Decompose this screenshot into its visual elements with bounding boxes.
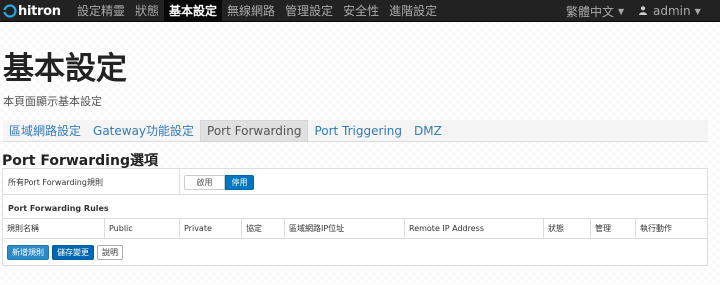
logo-icon [3,4,17,18]
save-changes-button[interactable]: 儲存變更 [52,245,94,260]
all-rules-row: 所有Port Forwarding規則 啟用 停用 [3,169,707,195]
nav-item-admin[interactable]: 管理設定 [280,0,338,22]
language-dropdown[interactable]: 繁體中文 ▼ [566,0,624,22]
col-manage: 管理 [590,219,635,238]
nav-item-advanced[interactable]: 進階設定 [384,0,442,22]
disable-button[interactable]: 停用 [225,175,254,190]
user-menu[interactable]: admin ▼ [639,0,701,22]
nav-item-basic-settings[interactable]: 基本設定 [164,0,223,22]
rules-title: Port Forwarding Rules [8,204,109,213]
tab-port-forwarding[interactable]: Port Forwarding [200,120,309,142]
col-action: 執行動作 [635,219,707,238]
tab-port-triggering[interactable]: Port Triggering [308,120,408,142]
section-title: Port Forwarding選項 [2,153,158,169]
tab-dmz[interactable]: DMZ [408,120,448,142]
nav-item-wireless[interactable]: 無線網路 [222,0,280,22]
enable-button[interactable]: 啟用 [184,175,225,190]
col-status: 狀態 [543,219,590,238]
hitron-logo[interactable]: hitron [3,3,69,19]
language-label: 繁體中文 [566,4,615,19]
all-rules-label: 所有Port Forwarding規則 [8,178,103,187]
col-remote-ip: Remote IP Address [404,219,543,238]
help-button[interactable]: 說明 [97,245,123,260]
chevron-down-icon: ▼ [618,6,625,16]
page-subtitle: 本頁面顯示基本設定 [3,95,102,108]
col-private: Private [179,219,241,238]
logo-text: hitron [18,3,61,19]
nav-item-status[interactable]: 狀態 [130,0,164,22]
username: admin [653,4,691,18]
main-menu: 設定精靈 狀態 基本設定 無線網路 管理設定 安全性 進階設定 [72,0,442,22]
settings-tabs: 區域網路設定 Gateway功能設定 Port Forwarding Port … [3,120,708,142]
top-navbar: hitron 設定精靈 狀態 基本設定 無線網路 管理設定 安全性 進階設定 繁… [0,0,720,22]
add-rule-button[interactable]: 新增規則 [7,245,49,260]
row-divider [179,169,180,195]
all-rules-toggle: 啟用 停用 [184,175,254,190]
tab-gateway-function[interactable]: Gateway功能設定 [87,120,200,142]
rules-divider [3,238,707,239]
nav-item-security[interactable]: 安全性 [338,0,384,22]
tab-lan-settings[interactable]: 區域網路設定 [3,120,87,142]
page-title: 基本設定 [3,51,127,87]
nav-item-wizard[interactable]: 設定精靈 [72,0,130,22]
action-buttons: 新增規則 儲存變更 說明 [7,245,123,260]
port-forwarding-panel: 所有Port Forwarding規則 啟用 停用 Port Forwardin… [2,168,708,266]
col-protocol: 協定 [241,219,284,238]
col-public: Public [104,219,179,238]
user-icon [639,4,647,18]
rules-table-header: 規則名稱 Public Private 協定 區域網路IP位址 Remote I… [3,219,707,238]
col-lan-ip: 區域網路IP位址 [284,219,404,238]
chevron-down-icon: ▼ [694,6,701,16]
col-rule-name: 規則名稱 [7,224,39,233]
